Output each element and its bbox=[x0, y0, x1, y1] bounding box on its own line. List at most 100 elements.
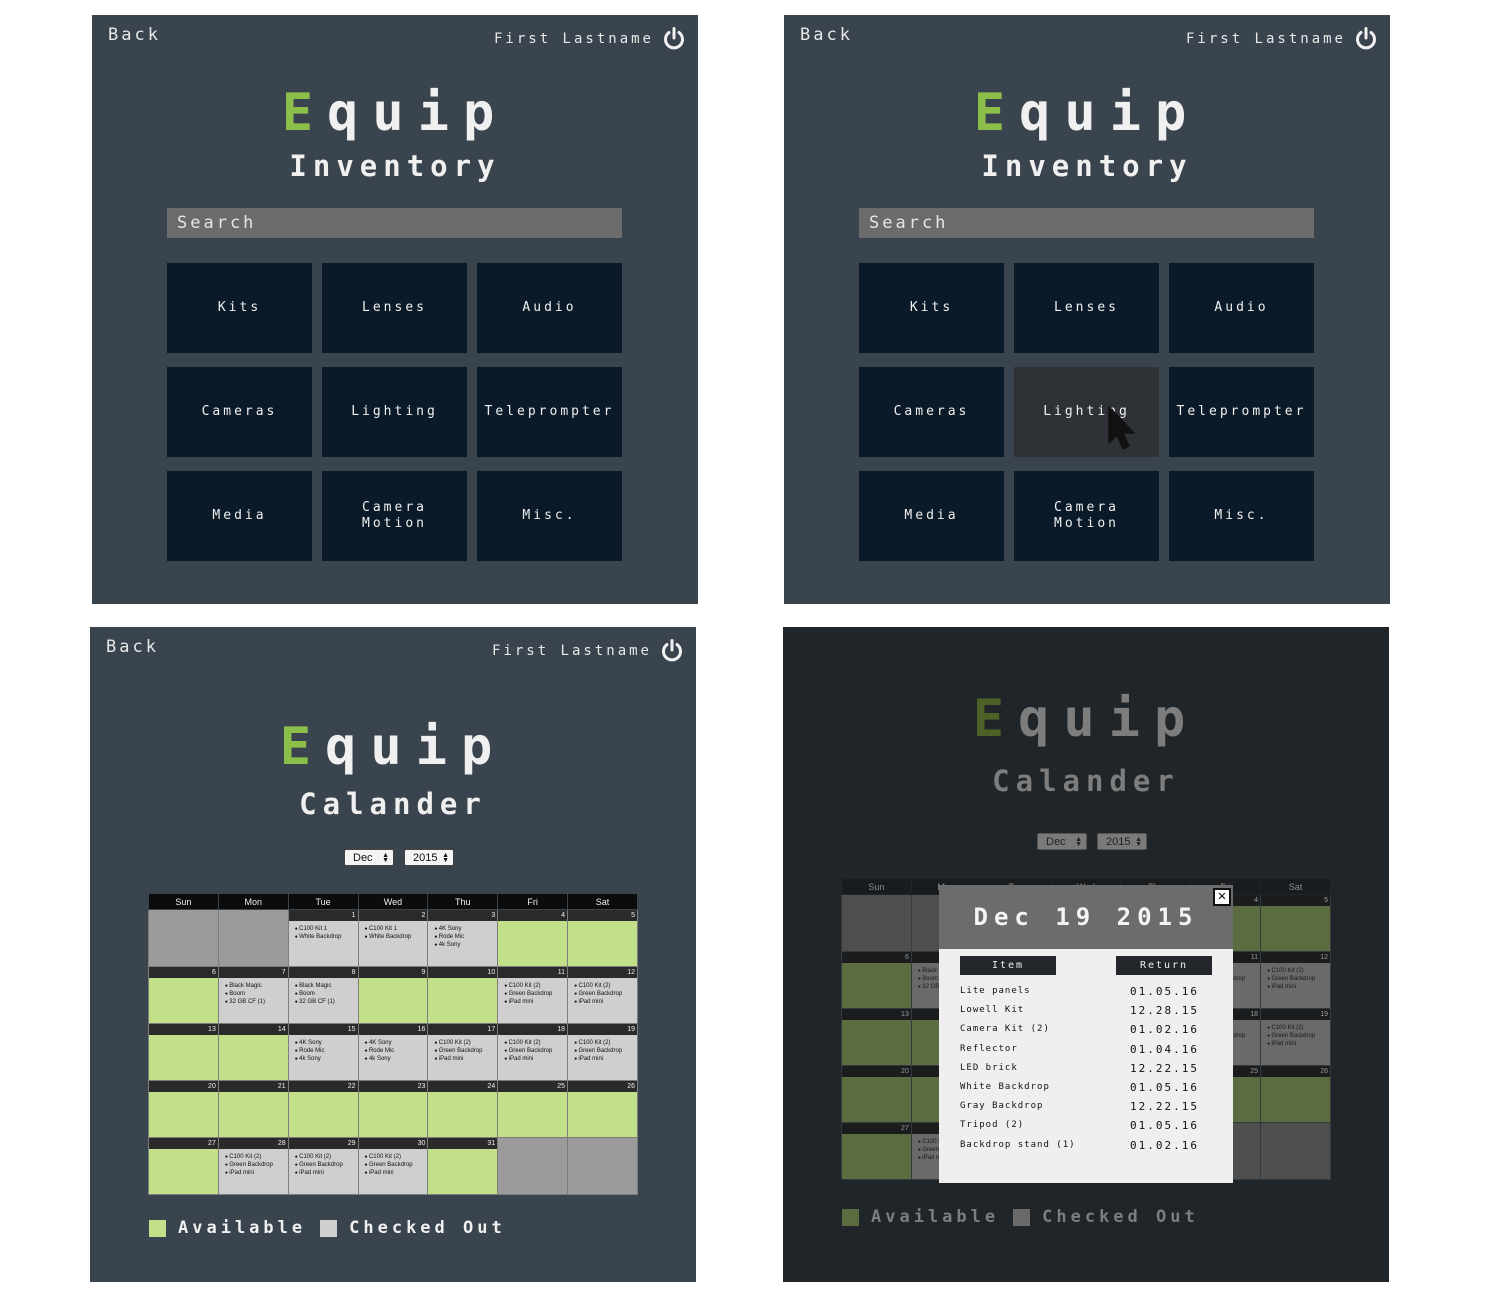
category-cameras[interactable]: Cameras bbox=[167, 367, 312, 457]
calendar-day-cell[interactable]: 27 bbox=[841, 1122, 912, 1180]
calendar-day-cell[interactable]: 24 bbox=[427, 1080, 499, 1138]
day-number: 17 bbox=[428, 1024, 498, 1035]
power-icon[interactable] bbox=[1354, 27, 1378, 51]
day-number: 5 bbox=[1261, 895, 1330, 906]
calendar-day-cell[interactable]: 8Black MagicBoom32 GB CF (1) bbox=[287, 966, 359, 1024]
calendar-day-cell[interactable]: 30C100 Kit (2)Green BackdropiPad mini bbox=[357, 1137, 429, 1195]
checkout-item-name: LED brick bbox=[960, 1062, 1018, 1073]
calendar-day-cell[interactable]: 6 bbox=[148, 966, 219, 1024]
month-select[interactable]: Dec ▲ ▼ bbox=[1037, 833, 1087, 850]
calendar-screen-day-detail: Equip Calander Dec▲▼ 2015▲▼ SunMonTueWed… bbox=[783, 627, 1389, 1282]
calendar-day-cell[interactable]: 28C100 Kit (2)Green BackdropiPad mini bbox=[217, 1137, 289, 1195]
day-number: 21 bbox=[218, 1081, 288, 1092]
category-lighting[interactable]: Lighting bbox=[322, 367, 467, 457]
back-button[interactable]: Back bbox=[108, 25, 161, 45]
calendar-day-cell[interactable]: 11C100 Kit (2)Green BackdropiPad mini bbox=[497, 966, 569, 1024]
checkout-row: Gray Backdrop 12.22.15 bbox=[939, 1098, 1233, 1117]
category-lenses[interactable]: Lenses bbox=[322, 263, 467, 353]
category-teleprompter[interactable]: Teleprompter bbox=[477, 367, 622, 457]
calendar-day-cell[interactable]: 164K SonyRode Mic4k Sony bbox=[357, 1023, 429, 1081]
calendar-day-cell[interactable]: 23 bbox=[357, 1080, 429, 1138]
calendar-day-cell[interactable]: 17C100 Kit (2)Green BackdropiPad mini bbox=[427, 1023, 499, 1081]
category-kits[interactable]: Kits bbox=[859, 263, 1004, 353]
calendar-day-cell[interactable]: 12C100 Kit (2)Green BackdropiPad mini bbox=[1260, 951, 1331, 1009]
calendar-day-cell[interactable]: 13 bbox=[148, 1023, 219, 1081]
calendar-day-cell[interactable]: 20 bbox=[148, 1080, 219, 1138]
calendar-day-cell[interactable]: 9 bbox=[357, 966, 429, 1024]
back-button[interactable]: Back bbox=[106, 637, 159, 657]
category-camera-motion[interactable]: Camera Motion bbox=[322, 471, 467, 561]
weekday-header: Mon bbox=[217, 893, 289, 910]
calendar-day-cell[interactable]: 22 bbox=[287, 1080, 359, 1138]
day-item-list: C100 Kit (2)Green BackdropiPad mini bbox=[498, 978, 567, 1006]
app-logo: Equip bbox=[973, 83, 1201, 143]
calendar-day-cell[interactable]: 25 bbox=[497, 1080, 569, 1138]
power-icon[interactable] bbox=[662, 27, 686, 51]
calendar-day-cell[interactable]: 5 bbox=[1260, 894, 1331, 952]
calendar-day-cell[interactable]: 27 bbox=[148, 1137, 219, 1195]
calendar-day-cell[interactable]: 19C100 Kit (2)Green BackdropiPad mini bbox=[1260, 1008, 1331, 1066]
available-swatch bbox=[149, 1219, 166, 1237]
calendar-day-cell[interactable]: 7Black MagicBoom32 GB CF (1) bbox=[217, 966, 289, 1024]
checkout-return-date: 01.05.16 bbox=[1130, 1080, 1199, 1094]
page-subtitle: Calander bbox=[299, 787, 487, 821]
category-audio[interactable]: Audio bbox=[477, 263, 622, 353]
calendar-day-cell[interactable]: 5 bbox=[567, 909, 638, 967]
category-cameras[interactable]: Cameras bbox=[859, 367, 1004, 457]
calendar-day-cell bbox=[567, 1137, 638, 1195]
day-item: Green Backdrop bbox=[434, 1047, 497, 1055]
calendar-day-cell[interactable]: 19C100 Kit (2)Green BackdropiPad mini bbox=[567, 1023, 638, 1081]
day-item: Green Backdrop bbox=[1267, 975, 1330, 983]
category-media[interactable]: Media bbox=[167, 471, 312, 561]
day-item: C100 Kit (2) bbox=[295, 1153, 358, 1161]
category-kits[interactable]: Kits bbox=[167, 263, 312, 353]
mouse-pointer-icon bbox=[1108, 406, 1135, 450]
calendar-day-cell[interactable]: 34K SonyRode Mic4k Sony bbox=[427, 909, 499, 967]
calendar-day-cell[interactable]: 26 bbox=[1260, 1065, 1331, 1123]
calendar-grid: SunMonTueWedThuFriSat1C100 Kit 1White Ba… bbox=[148, 893, 638, 1195]
day-item: iPad mini bbox=[1267, 1040, 1330, 1048]
calendar-day-cell[interactable]: 20 bbox=[841, 1065, 912, 1123]
day-item: iPad mini bbox=[295, 1169, 358, 1177]
close-icon[interactable]: ✕ bbox=[1213, 888, 1231, 906]
calendar-day-cell[interactable]: 26 bbox=[567, 1080, 638, 1138]
calendar-day-cell[interactable]: 14 bbox=[217, 1023, 289, 1081]
power-icon[interactable] bbox=[660, 639, 684, 663]
calendar-day-cell[interactable]: 18C100 Kit (2)Green BackdropiPad mini bbox=[497, 1023, 569, 1081]
search-input[interactable] bbox=[859, 208, 1314, 238]
category-camera-motion[interactable]: Camera Motion bbox=[1014, 471, 1159, 561]
category-misc[interactable]: Misc. bbox=[477, 471, 622, 561]
calendar-day-cell[interactable]: 4 bbox=[497, 909, 569, 967]
category-grid: Kits Lenses Audio Cameras Lighting Telep… bbox=[859, 263, 1314, 561]
calendar-day-cell[interactable]: 1C100 Kit 1White Backdrop bbox=[287, 909, 359, 967]
year-select[interactable]: 2015 ▲ ▼ bbox=[1097, 833, 1147, 850]
calendar-day-cell[interactable]: 31 bbox=[427, 1137, 499, 1195]
day-item: iPad mini bbox=[1267, 983, 1330, 991]
month-select[interactable]: Dec ▲ ▼ bbox=[344, 849, 394, 866]
day-item: C100 Kit (2) bbox=[1267, 967, 1330, 975]
day-item: iPad mini bbox=[574, 1055, 637, 1063]
category-audio[interactable]: Audio bbox=[1169, 263, 1314, 353]
calendar-day-cell[interactable]: 2C100 Kit 1White Backdrop bbox=[357, 909, 429, 967]
updown-arrows-icon: ▲ ▼ bbox=[442, 851, 449, 864]
calendar-day-cell[interactable]: 6 bbox=[841, 951, 912, 1009]
calendar-day-cell[interactable]: 12C100 Kit (2)Green BackdropiPad mini bbox=[567, 966, 638, 1024]
category-teleprompter[interactable]: Teleprompter bbox=[1169, 367, 1314, 457]
calendar-day-cell[interactable]: 154K SonyRode Mic4k Sony bbox=[287, 1023, 359, 1081]
day-item-list: C100 Kit (2)Green BackdropiPad mini bbox=[568, 1035, 637, 1063]
back-button[interactable]: Back bbox=[800, 25, 853, 45]
category-lenses[interactable]: Lenses bbox=[1014, 263, 1159, 353]
calendar-day-cell[interactable]: 29C100 Kit (2)Green BackdropiPad mini bbox=[287, 1137, 359, 1195]
day-item: 4K Sony bbox=[434, 925, 497, 933]
calendar-day-cell[interactable]: 13 bbox=[841, 1008, 912, 1066]
day-number: 11 bbox=[498, 967, 568, 978]
search-input[interactable] bbox=[167, 208, 622, 238]
day-item: C100 Kit 1 bbox=[295, 925, 358, 933]
category-misc[interactable]: Misc. bbox=[1169, 471, 1314, 561]
year-select[interactable]: 2015 ▲ ▼ bbox=[404, 849, 454, 866]
day-number: 2 bbox=[358, 910, 428, 921]
calendar-day-cell[interactable]: 10 bbox=[427, 966, 499, 1024]
category-media[interactable]: Media bbox=[859, 471, 1004, 561]
app-logo: Equip bbox=[279, 717, 507, 777]
calendar-day-cell[interactable]: 21 bbox=[217, 1080, 289, 1138]
